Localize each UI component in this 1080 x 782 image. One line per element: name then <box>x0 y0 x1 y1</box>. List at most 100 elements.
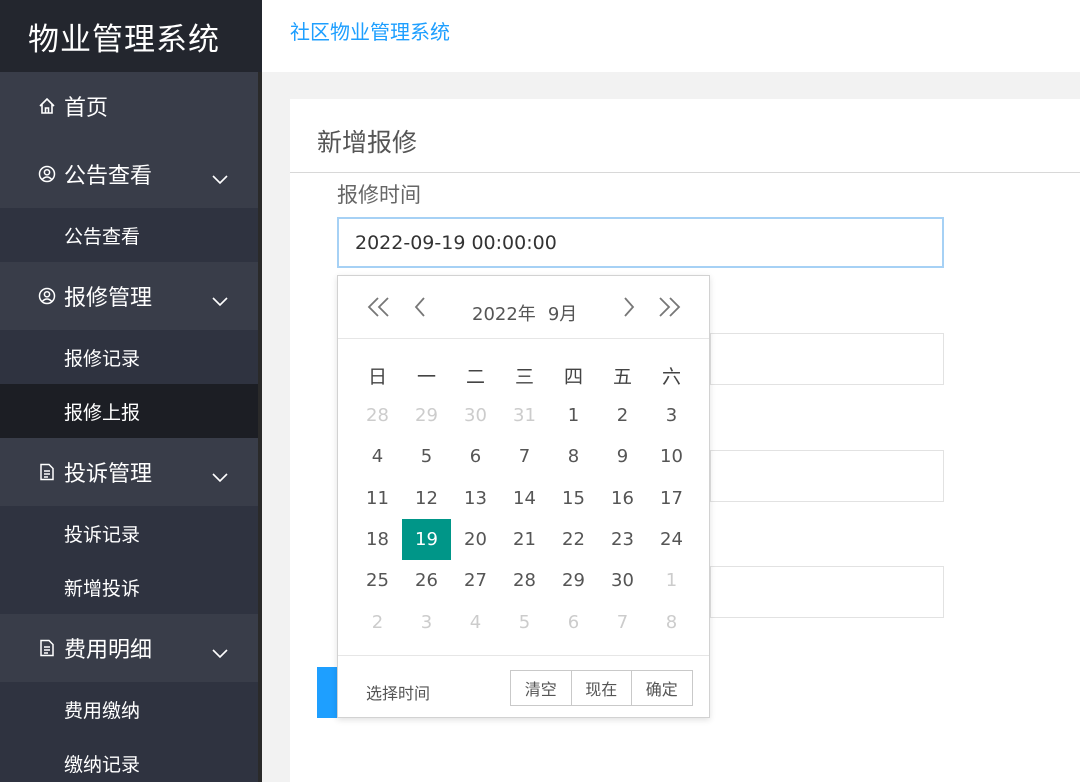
sidebar-group-label: 费用明细 <box>64 638 153 663</box>
repair-time-label: 报修时间 <box>337 183 421 207</box>
weekday-label: 日 <box>367 366 387 388</box>
day-cell[interactable]: 4 <box>353 436 402 477</box>
form-field[interactable] <box>710 333 944 385</box>
user-circle-icon <box>38 165 56 183</box>
year-month-label[interactable]: 2022年 9月 <box>472 300 589 326</box>
date-picker: 2022年 9月 日 一 二 三 四 五 六 28 29 30 31 1 2 3 4 5 6 7 8 9 1… <box>337 275 710 718</box>
sidebar-nav: 首页 公告查看 公告查看 报修管理 报修记录 报修上报 投诉管理 投诉记录 新增… <box>0 72 258 782</box>
chevron-down-icon <box>212 464 228 489</box>
date-picker-header: 2022年 9月 <box>338 276 709 339</box>
document-icon <box>38 639 56 657</box>
sidebar-item-notice-view[interactable]: 公告查看 <box>0 208 258 262</box>
repair-time-input[interactable] <box>337 217 944 268</box>
day-cell[interactable]: 21 <box>500 519 549 560</box>
day-cell[interactable]: 3 <box>402 601 451 642</box>
day-cell[interactable]: 6 <box>451 436 500 477</box>
day-cell[interactable]: 1 <box>647 560 696 601</box>
prev-month-icon[interactable] <box>405 294 435 320</box>
select-time-link[interactable]: 选择时间 <box>366 680 430 704</box>
sidebar-item-fee-payment[interactable]: 费用缴纳 <box>0 682 258 736</box>
sidebar-group-label: 投诉管理 <box>64 462 153 487</box>
weekday-label: 二 <box>465 366 485 388</box>
sidebar-item-label: 首页 <box>64 96 109 121</box>
day-cell[interactable]: 13 <box>451 478 500 519</box>
day-cell[interactable]: 1 <box>549 395 598 436</box>
chevron-down-icon <box>212 166 228 191</box>
day-cell[interactable]: 8 <box>549 436 598 477</box>
divider <box>290 172 1080 173</box>
footer-buttons: 清空 现在 确定 <box>510 670 693 706</box>
day-cell[interactable]: 18 <box>353 519 402 560</box>
day-cell[interactable]: 15 <box>549 478 598 519</box>
sidebar-group-repair[interactable]: 报修管理 <box>0 262 258 330</box>
day-cell[interactable]: 6 <box>549 601 598 642</box>
user-circle-icon <box>38 287 56 305</box>
day-cell[interactable]: 28 <box>353 395 402 436</box>
form-field[interactable] <box>710 566 944 618</box>
sidebar-item-complaint-records[interactable]: 投诉记录 <box>0 506 258 560</box>
weekday-label: 六 <box>661 366 681 388</box>
day-cell[interactable]: 29 <box>402 395 451 436</box>
day-cell[interactable]: 23 <box>598 519 647 560</box>
year-label[interactable]: 2022年 <box>472 304 536 325</box>
day-cell[interactable]: 17 <box>647 478 696 519</box>
weekday-label: 五 <box>612 366 632 388</box>
day-cell[interactable]: 30 <box>451 395 500 436</box>
home-icon <box>38 97 56 115</box>
day-cell[interactable]: 31 <box>500 395 549 436</box>
day-cell[interactable]: 20 <box>451 519 500 560</box>
day-cell[interactable]: 10 <box>647 436 696 477</box>
day-cell[interactable]: 26 <box>402 560 451 601</box>
sidebar-item-new-complaint[interactable]: 新增投诉 <box>0 560 258 614</box>
sidebar: 物业管理系统 首页 公告查看 公告查看 报修管理 报修记录 报修上报 投诉管理 … <box>0 0 262 782</box>
app-logo: 物业管理系统 <box>0 0 262 72</box>
day-cell[interactable]: 28 <box>500 560 549 601</box>
day-cell[interactable]: 4 <box>451 601 500 642</box>
prev-year-icon[interactable] <box>364 294 394 320</box>
day-cell[interactable]: 27 <box>451 560 500 601</box>
header-title[interactable]: 社区物业管理系统 <box>290 16 450 45</box>
day-cell-selected[interactable]: 19 <box>402 518 451 561</box>
day-cell[interactable]: 5 <box>500 601 549 642</box>
sidebar-item-payment-records[interactable]: 缴纳记录 <box>0 736 258 782</box>
clear-button[interactable]: 清空 <box>510 670 572 706</box>
confirm-button[interactable]: 确定 <box>631 670 693 706</box>
day-cell[interactable]: 2 <box>353 601 402 642</box>
now-button[interactable]: 现在 <box>570 670 632 706</box>
page-title: 新增报修 <box>317 128 418 157</box>
sidebar-group-complaint[interactable]: 投诉管理 <box>0 438 258 506</box>
day-cell[interactable]: 22 <box>549 519 598 560</box>
weekday-label: 三 <box>514 366 534 388</box>
day-cell[interactable]: 25 <box>353 560 402 601</box>
day-cell[interactable]: 7 <box>598 601 647 642</box>
day-cell[interactable]: 3 <box>647 395 696 436</box>
day-cell[interactable]: 7 <box>500 436 549 477</box>
next-year-icon[interactable] <box>654 294 684 320</box>
day-cell[interactable]: 8 <box>647 601 696 642</box>
month-label[interactable]: 9月 <box>548 304 577 325</box>
day-cell[interactable]: 9 <box>598 436 647 477</box>
date-picker-footer: 选择时间 清空 现在 确定 <box>338 655 709 718</box>
day-cell[interactable]: 11 <box>353 478 402 519</box>
day-cell[interactable]: 14 <box>500 478 549 519</box>
sidebar-item-repair-records[interactable]: 报修记录 <box>0 330 258 384</box>
next-month-icon[interactable] <box>614 294 644 320</box>
top-header: 社区物业管理系统 <box>262 0 1080 72</box>
sidebar-group-fees[interactable]: 费用明细 <box>0 614 258 682</box>
form-field[interactable] <box>710 450 944 502</box>
chevron-down-icon <box>212 640 228 665</box>
chevron-down-icon <box>212 288 228 313</box>
day-cell[interactable]: 24 <box>647 519 696 560</box>
day-cell[interactable]: 29 <box>549 560 598 601</box>
sidebar-group-notice[interactable]: 公告查看 <box>0 140 258 208</box>
day-cell[interactable]: 2 <box>598 395 647 436</box>
day-cell[interactable]: 16 <box>598 478 647 519</box>
document-icon <box>38 463 56 481</box>
day-cell[interactable]: 30 <box>598 560 647 601</box>
sidebar-item-repair-report[interactable]: 报修上报 <box>0 384 258 438</box>
day-cell[interactable]: 5 <box>402 436 451 477</box>
sidebar-group-label: 报修管理 <box>64 286 153 311</box>
sidebar-item-home[interactable]: 首页 <box>0 72 258 140</box>
day-cell[interactable]: 12 <box>402 478 451 519</box>
sidebar-scrollbar[interactable] <box>258 72 262 782</box>
